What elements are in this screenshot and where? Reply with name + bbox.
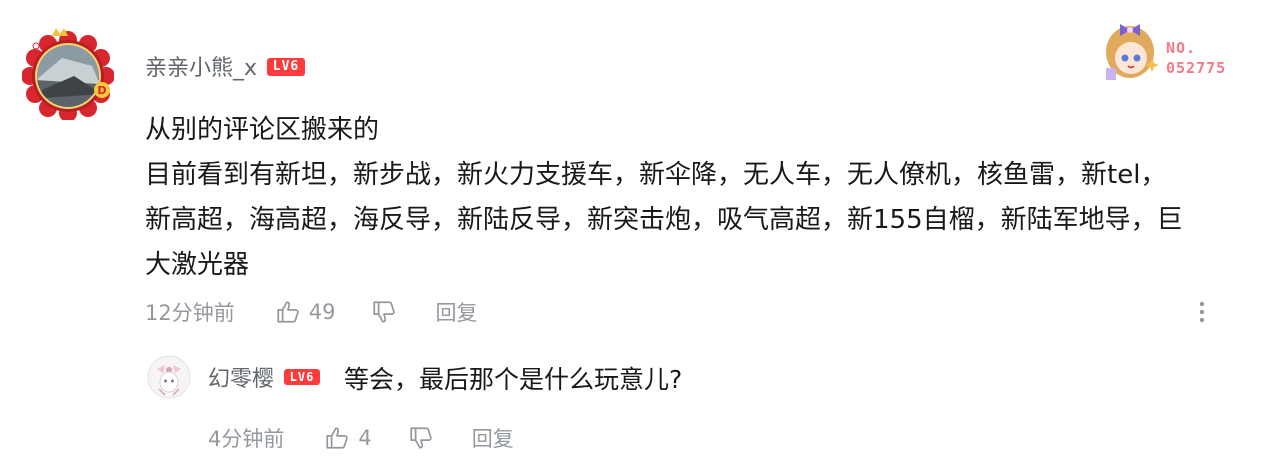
reply-time: 4分钟前 [208, 427, 285, 451]
more-vertical-icon[interactable] [1190, 298, 1214, 326]
reply-button[interactable]: 回复 [435, 297, 477, 327]
decoration-no-label: NO. [1166, 39, 1197, 57]
reply-avatar[interactable] [147, 355, 191, 399]
comment-line: 大激光器 [145, 250, 250, 280]
level-badge: LV6 [284, 369, 321, 385]
thumb-down-icon [410, 427, 432, 449]
svg-text:D: D [97, 84, 106, 97]
thumb-up-icon [326, 427, 349, 449]
reply-button[interactable]: 回复 [472, 423, 514, 453]
like-count: 4 [358, 426, 372, 450]
comment-line: 新高超，海高超，海反导，新陆反导，新突击炮，吸气高超，新155自榴，新陆军地导，… [145, 205, 1183, 235]
reply-text: 等会，最后那个是什么玩意儿? [344, 365, 683, 394]
comment-time: 12分钟前 [145, 301, 235, 325]
decoration-number-value: 052775 [1166, 59, 1227, 77]
reply-username[interactable]: 幻零樱 [208, 363, 274, 397]
thumb-down-icon [373, 301, 396, 323]
dislike-button[interactable] [371, 299, 397, 325]
dislike-button[interactable] [408, 425, 434, 451]
like-button[interactable]: 49 [275, 299, 336, 325]
decoration-number: NO. 052775 [1166, 38, 1226, 78]
comment-content: 从别的评论区搬来的 目前看到有新坦，新步战，新火力支援车，新伞降，无人车，无人僚… [145, 108, 1255, 288]
comment-line: 从别的评论区搬来的 [145, 115, 380, 145]
comment-meta: 12分钟前 49 回复 [145, 294, 477, 330]
comment-author[interactable]: 亲亲小熊_x LV6 [145, 54, 306, 84]
thumb-up-icon [277, 301, 299, 323]
comment-line: 目前看到有新坦，新步战，新火力支援车，新伞降，无人车，无人僚机，核鱼雷，新tel… [145, 160, 1167, 190]
reply-meta: 4分钟前 4 回复 [208, 420, 514, 456]
level-badge: LV6 [267, 58, 306, 76]
reply-content-row: 幻零樱 LV6 等会，最后那个是什么玩意儿? [208, 363, 682, 397]
like-count: 49 [308, 300, 336, 324]
username[interactable]: 亲亲小熊_x [145, 56, 257, 81]
avatar[interactable]: D [21, 28, 115, 122]
like-button[interactable]: 4 [324, 425, 372, 451]
